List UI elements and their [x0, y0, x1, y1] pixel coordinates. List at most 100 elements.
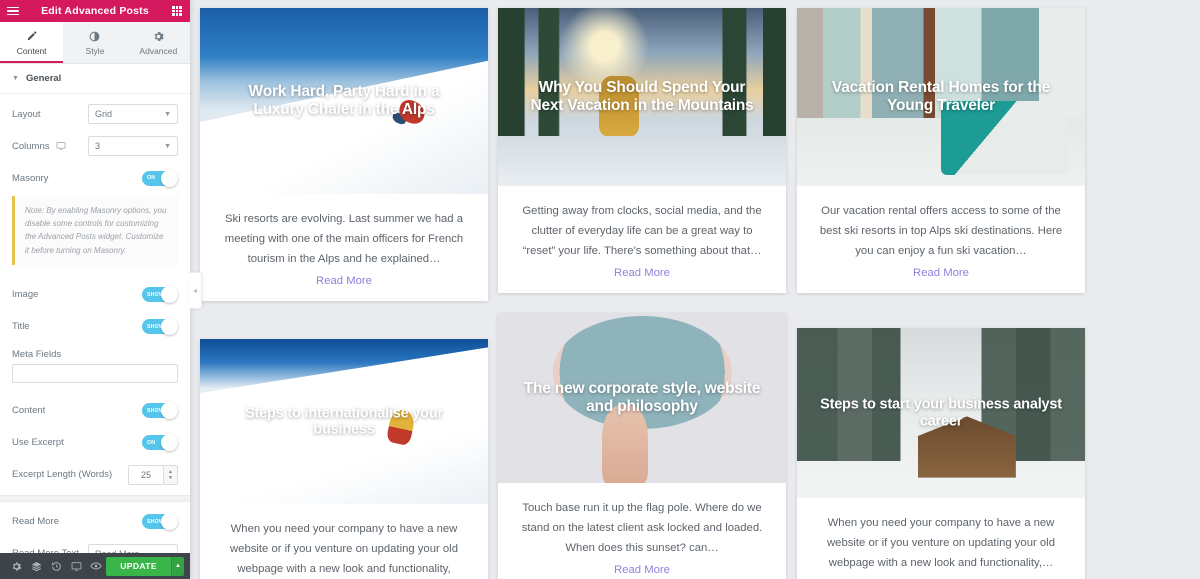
post-excerpt: When you need your company to have a new…: [230, 523, 458, 575]
columns-label: Columns: [12, 141, 88, 152]
read-more-link[interactable]: Read More: [222, 275, 466, 287]
masonry-toggle[interactable]: ON: [142, 169, 178, 187]
stepper-down-icon[interactable]: ▼: [168, 475, 173, 480]
control-columns: Columns 3 ▼: [12, 132, 178, 160]
excerpt-length-label: Excerpt Length (Words): [12, 469, 113, 481]
tab-style[interactable]: Style: [63, 22, 127, 63]
read-more-label: Read More: [12, 516, 59, 528]
excerpt-length-stepper[interactable]: ▲ ▼: [164, 464, 178, 485]
meta-fields-input[interactable]: [12, 363, 178, 383]
toggle-knob: [161, 434, 178, 452]
toggle-knob: [161, 402, 178, 420]
content-label: Content: [12, 405, 46, 417]
history-icon[interactable]: [46, 553, 66, 579]
panel-title: Edit Advanced Posts: [41, 5, 149, 17]
layout-label: Layout: [12, 108, 41, 120]
pencil-icon: [26, 30, 37, 43]
columns-select[interactable]: 3 ▼: [88, 136, 178, 156]
meta-fields-label: Meta Fields: [12, 348, 62, 360]
update-options-caret-icon[interactable]: ▲: [170, 556, 184, 576]
post-body: Ski resorts are evolving. Last summer we…: [200, 194, 488, 301]
chevron-down-icon: ▼: [164, 110, 171, 118]
post-card[interactable]: Steps to internationalise your business …: [200, 339, 488, 579]
post-excerpt: Our vacation rental offers access to som…: [819, 205, 1063, 257]
settings-gear-icon[interactable]: [6, 553, 26, 579]
post-card[interactable]: Work Hard, Party Hard in a Luxury Chalet…: [200, 8, 488, 302]
preview-canvas: Work Hard, Party Hard in a Luxury Chalet…: [190, 0, 1200, 579]
hamburger-icon[interactable]: [6, 6, 20, 16]
post-card[interactable]: Steps to start your business analyst car…: [797, 328, 1085, 579]
read-more-toggle[interactable]: SHOW: [142, 513, 178, 531]
tab-content[interactable]: Content: [0, 22, 64, 63]
preview-eye-icon[interactable]: [86, 553, 106, 579]
tab-content-label: Content: [16, 45, 47, 56]
content-controls: Content SHOW Use Excerpt ON Excerpt Leng…: [0, 391, 190, 489]
read-more-text-input[interactable]: Read More: [88, 543, 178, 553]
read-more-link[interactable]: Read More: [520, 267, 764, 279]
control-masonry: Masonry ON: [12, 164, 178, 192]
tab-advanced-label: Advanced: [139, 45, 178, 56]
control-read-more-text: Read More Text Read More: [12, 540, 178, 553]
read-more-controls: Read More SHOW Read More Text Read More …: [0, 502, 190, 553]
update-button[interactable]: UPDATE: [106, 556, 171, 576]
post-body: When you need your company to have a new…: [797, 498, 1085, 579]
grid-apps-icon[interactable]: [170, 6, 184, 16]
read-more-link[interactable]: Read More: [819, 267, 1063, 279]
masonry-toggle-state: ON: [147, 175, 156, 181]
control-image: Image SHOW: [12, 281, 178, 309]
elementor-editor: Edit Advanced Posts Content Style Advanc…: [0, 0, 1200, 579]
contrast-icon: [89, 30, 100, 43]
stepper-up-icon[interactable]: ▲: [168, 469, 173, 474]
section-general[interactable]: ▼ General: [0, 64, 190, 94]
excerpt-length-input[interactable]: 25: [128, 464, 164, 485]
layout-value: Grid: [95, 109, 113, 119]
post-body: When you need your company to have a new…: [200, 504, 488, 579]
post-title[interactable]: Work Hard, Party Hard in a Luxury Chalet…: [223, 83, 465, 119]
columns-value: 3: [95, 141, 101, 151]
toggle-knob: [161, 513, 178, 531]
post-card[interactable]: Why You Should Spend Your Next Vacation …: [498, 8, 786, 294]
post-title[interactable]: Steps to internationalise your business: [223, 405, 465, 438]
post-card[interactable]: Vacation Rental Homes for the Young Trav…: [797, 8, 1085, 294]
panel-footer: UPDATE ▲: [0, 553, 190, 579]
panel-body: ▼ General Layout Grid ▼ Columns 3 ▼ Maso…: [0, 64, 190, 553]
toggle-knob: [161, 169, 178, 187]
excerpt-length-value: 25: [140, 469, 151, 480]
post-title[interactable]: Steps to start your business analyst car…: [820, 396, 1062, 429]
control-layout: Layout Grid ▼: [12, 100, 178, 128]
editor-panel: Edit Advanced Posts Content Style Advanc…: [0, 0, 202, 579]
post-card[interactable]: The new corporate style, website and phi…: [498, 313, 786, 579]
content-toggle[interactable]: SHOW: [142, 402, 178, 420]
post-thumbnail[interactable]: The new corporate style, website and phi…: [498, 313, 786, 483]
masonry-note: Note: By enabling Masonry options, you d…: [12, 196, 178, 265]
panel-tabs: Content Style Advanced: [0, 22, 190, 64]
post-thumbnail[interactable]: Steps to start your business analyst car…: [797, 328, 1085, 498]
layout-select[interactable]: Grid ▼: [88, 104, 178, 124]
use-excerpt-toggle[interactable]: ON: [142, 434, 178, 452]
layers-navigator-icon[interactable]: [26, 553, 46, 579]
post-title[interactable]: The new corporate style, website and phi…: [521, 380, 763, 416]
use-excerpt-toggle-state: ON: [147, 439, 156, 446]
chevron-down-icon: ▼: [164, 142, 171, 150]
post-title[interactable]: Vacation Rental Homes for the Young Trav…: [820, 79, 1062, 115]
image-toggle[interactable]: SHOW: [142, 286, 178, 304]
post-thumbnail[interactable]: Work Hard, Party Hard in a Luxury Chalet…: [200, 8, 488, 194]
panel-collapse-toggle[interactable]: ◂: [189, 272, 202, 309]
post-excerpt: Getting away from clocks, social media, …: [522, 205, 762, 257]
post-thumbnail[interactable]: Why You Should Spend Your Next Vacation …: [498, 8, 786, 186]
use-excerpt-label: Use Excerpt: [12, 437, 64, 449]
read-more-link[interactable]: Read More: [520, 564, 764, 576]
desktop-icon[interactable]: [56, 141, 66, 151]
chevron-down-icon: ▼: [12, 75, 19, 82]
section-general-label: General: [25, 73, 62, 84]
tab-advanced[interactable]: Advanced: [126, 22, 190, 63]
panel-header: Edit Advanced Posts: [0, 0, 190, 22]
posts-masonry-grid: Work Hard, Party Hard in a Luxury Chalet…: [190, 0, 1200, 579]
post-excerpt: Ski resorts are evolving. Last summer we…: [224, 213, 464, 265]
control-use-excerpt: Use Excerpt ON: [12, 429, 178, 457]
responsive-mode-icon[interactable]: [66, 553, 86, 579]
post-title[interactable]: Why You Should Spend Your Next Vacation …: [521, 79, 763, 115]
post-thumbnail[interactable]: Steps to internationalise your business: [200, 339, 488, 504]
title-toggle[interactable]: SHOW: [142, 318, 178, 336]
post-thumbnail[interactable]: Vacation Rental Homes for the Young Trav…: [797, 8, 1085, 186]
